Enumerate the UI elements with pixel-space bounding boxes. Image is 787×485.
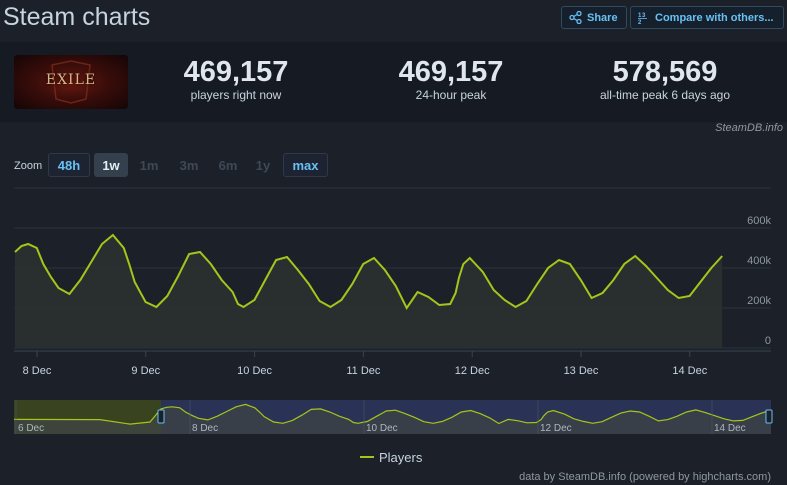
navigator-left-handle[interactable] bbox=[157, 409, 165, 424]
game-logo-text: EXILE bbox=[45, 72, 97, 88]
x-tick-label: 9 Dec bbox=[131, 365, 160, 377]
stat-all-time-peak: 578,569 all-time peak 6 days ago bbox=[565, 56, 765, 102]
players-series-area bbox=[15, 235, 723, 348]
navigator-tick-label: 10 Dec bbox=[366, 423, 398, 434]
stat-24h-peak-label: 24-hour peak bbox=[415, 88, 487, 102]
navigator-right-handle[interactable] bbox=[765, 409, 773, 424]
navigator[interactable]: 6 Dec 8 Dec 10 Dec 12 Dec 14 Dec bbox=[13, 400, 773, 434]
compare-button[interactable]: 1 3 2 Compare with others... bbox=[630, 6, 784, 29]
compare-icon: 1 3 2 bbox=[638, 13, 647, 25]
x-tick-label: 14 Dec bbox=[672, 365, 707, 377]
x-tick-label: 13 Dec bbox=[564, 365, 599, 377]
compare-label: Compare with others... bbox=[655, 11, 774, 24]
stat-24h-peak: 469,157 24-hour peak bbox=[351, 56, 551, 102]
share-button[interactable]: Share bbox=[561, 6, 627, 29]
svg-text:2: 2 bbox=[638, 20, 642, 25]
y-tick-label: 600k bbox=[747, 215, 771, 227]
page-title: Steam charts bbox=[3, 3, 151, 31]
x-tick-label: 11 Dec bbox=[346, 365, 381, 377]
game-logo[interactable]: EXILE bbox=[14, 55, 128, 109]
stat-all-time-peak-value: 578,569 bbox=[612, 56, 718, 88]
legend-item-players[interactable]: Players bbox=[360, 450, 423, 465]
legend-label: Players bbox=[379, 450, 423, 465]
share-icon bbox=[569, 11, 582, 24]
share-label: Share bbox=[587, 11, 618, 24]
navigator-tick-label: 14 Dec bbox=[714, 423, 746, 434]
y-tick-label: 200k bbox=[747, 295, 771, 307]
stat-all-time-peak-label: all-time peak 6 days ago bbox=[599, 88, 731, 102]
navigator-tick-label: 12 Dec bbox=[540, 423, 572, 434]
y-tick-label: 0 bbox=[765, 335, 771, 347]
stat-current: 469,157 players right now bbox=[136, 56, 336, 102]
stat-current-label: players right now bbox=[190, 88, 282, 102]
y-tick-label: 400k bbox=[747, 255, 771, 267]
stat-24h-peak-value: 469,157 bbox=[398, 56, 504, 88]
navigator-tick-label: 8 Dec bbox=[192, 423, 218, 434]
highcharts-credit[interactable]: data by SteamDB.info (powered by highcha… bbox=[519, 471, 771, 483]
stat-current-value: 469,157 bbox=[183, 56, 289, 88]
x-tick-label: 10 Dec bbox=[237, 365, 272, 377]
x-tick-label: 12 Dec bbox=[455, 365, 490, 377]
x-tick-label: 8 Dec bbox=[23, 365, 52, 377]
players-chart[interactable]: 0 200k 400k 600k 8 Dec 9 Dec 10 Dec 11 Dec 12 D… bbox=[0, 138, 787, 485]
chart-panel: Zoom 48h 1w 1m 3m 6m 1y max 0 200k 400k 600… bbox=[0, 138, 787, 485]
navigator-tick-label: 6 Dec bbox=[18, 423, 44, 434]
stats-panel: EXILE 469,157 players right now 469,157 … bbox=[0, 42, 787, 122]
steamdb-credit[interactable]: SteamDB.info bbox=[715, 122, 783, 134]
